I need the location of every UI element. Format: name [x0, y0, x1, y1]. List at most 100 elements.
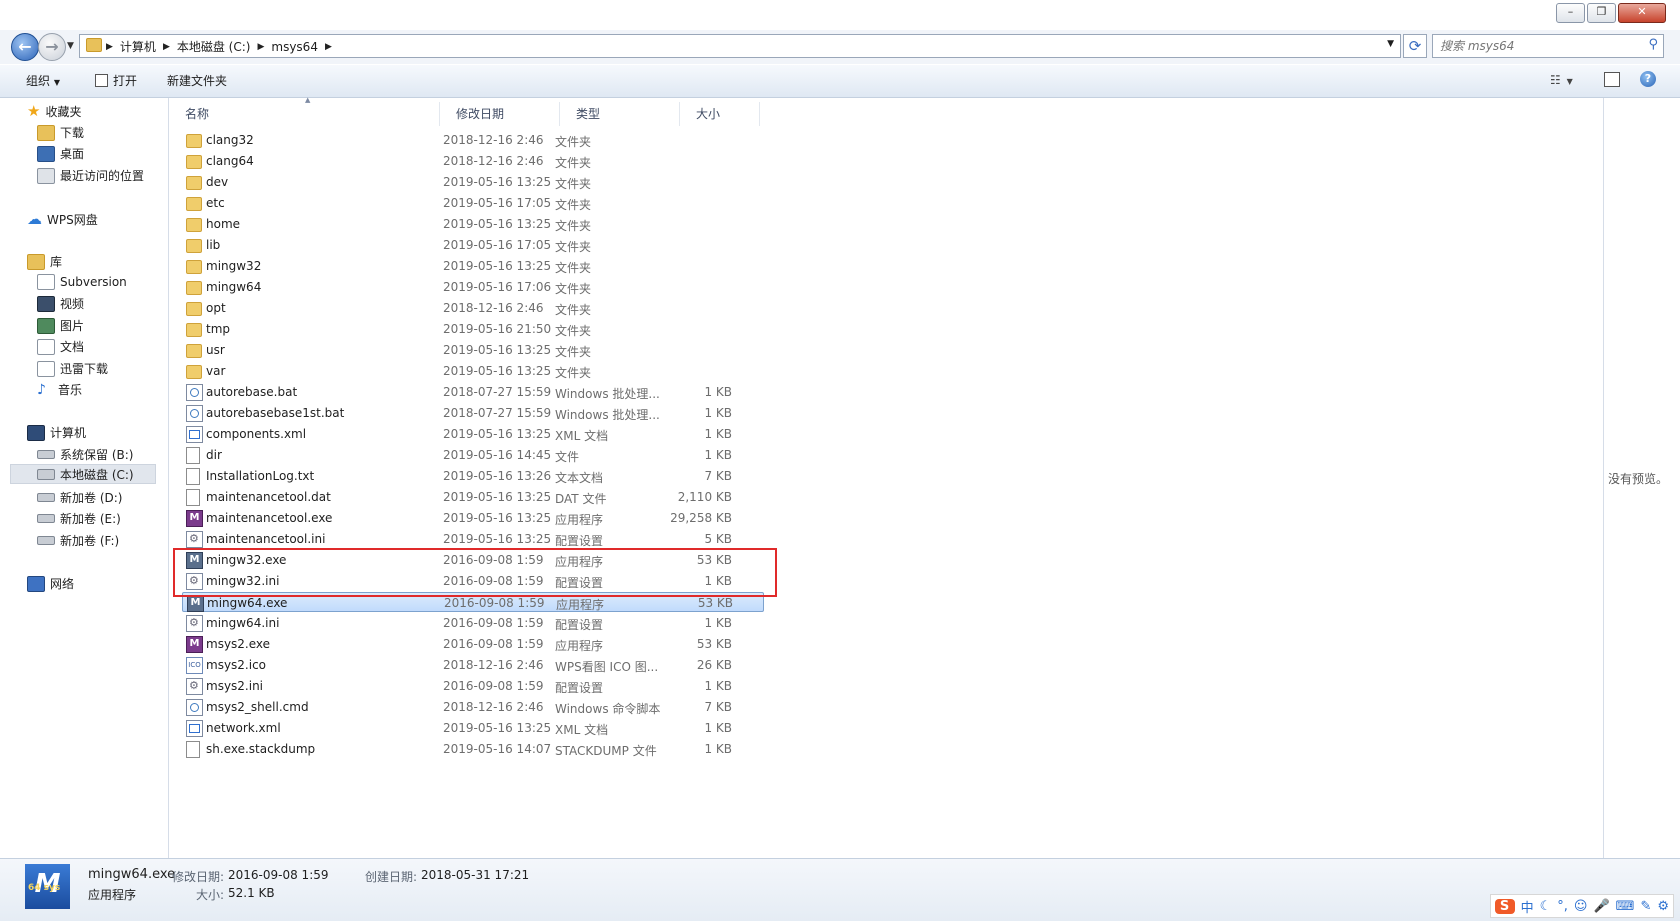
address-bar[interactable]: ▶ 计算机 ▶ 本地磁盘 (C:) ▶ msys64 ▶ ▼ [79, 34, 1401, 58]
file-row[interactable]: msys2.ini 2016-09-08 1:59 配置设置 1 KB [182, 676, 764, 696]
file-row[interactable]: msys2_shell.cmd 2018-12-16 2:46 Windows 命令… [182, 697, 764, 717]
folder-icon [186, 197, 202, 211]
sidebar-item-drive-d[interactable]: 新加卷 (D:) [37, 489, 122, 506]
settings-icon[interactable]: ⚙ [1657, 899, 1669, 914]
file-row[interactable]: dev 2019-05-16 13:25 文件夹 [182, 172, 764, 192]
sidebar-item-network[interactable]: 网络 [27, 575, 74, 592]
sidebar-item-videos[interactable]: 视频 [37, 295, 84, 312]
file-row[interactable]: etc 2019-05-16 17:05 文件夹 [182, 193, 764, 213]
close-button[interactable]: ✕ [1618, 3, 1666, 23]
file-row[interactable]: autorebasebase1st.bat 2018-07-27 15:59 Win… [182, 403, 764, 423]
file-row[interactable]: tmp 2019-05-16 21:50 文件夹 [182, 319, 764, 339]
file-row[interactable]: lib 2019-05-16 17:05 文件夹 [182, 235, 764, 255]
sidebar-item-subversion[interactable]: Subversion [37, 274, 127, 290]
preview-pane-icon[interactable] [1604, 72, 1620, 87]
file-row[interactable]: dir 2019-05-16 14:45 文件 1 KB [182, 445, 764, 465]
sidebar-item-drive-c[interactable]: 本地磁盘 (C:) [10, 464, 156, 484]
file-row[interactable]: Mmaintenancetool.exe 2019-05-16 13:25 应用程序… [182, 508, 764, 528]
keyboard-icon[interactable]: ⌨ [1616, 899, 1635, 914]
breadcrumb-msys64[interactable]: msys64 [271, 40, 318, 54]
chevron-right-icon[interactable]: ▶ [106, 42, 113, 52]
sidebar-item-label: 新加卷 (F:) [60, 534, 120, 548]
punctuation-icon[interactable]: °, [1557, 899, 1568, 914]
sidebar-item-documents[interactable]: 文档 [37, 338, 84, 355]
column-header-name[interactable]: 名称 [169, 102, 440, 126]
search-input[interactable] [1438, 35, 1632, 57]
file-row[interactable]: clang32 2018-12-16 2:46 文件夹 [182, 130, 764, 150]
file-name: opt [206, 301, 226, 315]
file-row[interactable]: var 2019-05-16 13:25 文件夹 [182, 361, 764, 381]
address-dropdown-icon[interactable]: ▼ [1387, 39, 1394, 49]
search-box[interactable]: ⚲ [1432, 34, 1664, 58]
sidebar-item-computer[interactable]: 计算机 [27, 424, 86, 441]
file-name: maintenancetool.dat [206, 490, 331, 504]
file-name: dir [206, 448, 222, 462]
forward-button[interactable]: → [38, 33, 66, 61]
microphone-icon[interactable]: 🎤 [1593, 899, 1609, 914]
file-row[interactable]: mingw64 2019-05-16 17:06 文件夹 [182, 277, 764, 297]
file-type: 文件夹 [555, 366, 592, 380]
breadcrumb-drive-c[interactable]: 本地磁盘 (C:) [177, 38, 251, 55]
file-row[interactable]: ICO msys2.ico 2018-12-16 2:46 WPS看图 ICO 图..… [182, 655, 764, 675]
open-button[interactable]: 打开 [95, 72, 137, 89]
maximize-button[interactable]: ❐ [1587, 3, 1616, 23]
sidebar-item-favorites[interactable]: ★ 收藏夹 [27, 102, 81, 120]
sidebar-item-recent[interactable]: 最近访问的位置 [37, 167, 144, 184]
sidebar-item-desktop[interactable]: 桌面 [37, 145, 84, 162]
file-row[interactable]: mingw64.ini 2016-09-08 1:59 配置设置 1 KB [182, 613, 764, 633]
recent-pages-dropdown-icon[interactable]: ▼ [67, 41, 74, 51]
sidebar-item-label: 计算机 [50, 426, 87, 440]
drive-icon [37, 514, 55, 523]
sidebar-item-label: 新加卷 (D:) [60, 491, 123, 505]
folder-icon [186, 365, 202, 379]
chevron-right-icon[interactable]: ▶ [163, 42, 170, 52]
organize-button[interactable]: 组织 ▼ [26, 72, 60, 89]
file-type: 配置设置 [555, 681, 604, 695]
sidebar-item-pictures[interactable]: 图片 [37, 317, 84, 334]
column-header-type[interactable]: 类型 [560, 102, 680, 126]
sidebar-item-libraries[interactable]: 库 [27, 253, 62, 270]
minimize-button[interactable]: – [1556, 3, 1585, 23]
sidebar-item-downloads[interactable]: 下载 [37, 124, 84, 141]
ime-toolbar[interactable]: S 中 ☾ °, ☺ 🎤 ⌨ ✎ ⚙ [1489, 894, 1674, 918]
file-row[interactable]: Mmsys2.exe 2016-09-08 1:59 应用程序 53 KB [182, 634, 764, 654]
sogou-logo-icon[interactable]: S [1494, 898, 1515, 914]
back-button[interactable]: ← [11, 33, 39, 61]
sidebar-item-drive-f[interactable]: 新加卷 (F:) [37, 532, 119, 549]
file-row[interactable]: usr 2019-05-16 13:25 文件夹 [182, 340, 764, 360]
file-row[interactable]: home 2019-05-16 13:25 文件夹 [182, 214, 764, 234]
moon-icon[interactable]: ☾ [1540, 899, 1552, 914]
search-icon[interactable]: ⚲ [1648, 37, 1658, 52]
refresh-icon[interactable]: ⟳ [1403, 34, 1427, 58]
sidebar-item-wps[interactable]: ☁ WPS网盘 [27, 210, 98, 228]
sidebar-item-xunlei[interactable]: 迅雷下载 [37, 360, 108, 377]
file-row[interactable]: sh.exe.stackdump 2019-05-16 14:07 STACKDUM… [182, 739, 764, 759]
chevron-down-icon: ▼ [1566, 77, 1574, 86]
column-header-date[interactable]: 修改日期 [440, 102, 560, 126]
file-row[interactable]: autorebase.bat 2018-07-27 15:59 Windows 批处… [182, 382, 764, 402]
file-modified: 2019-05-16 21:50 [443, 322, 552, 336]
file-row[interactable]: maintenancetool.dat 2019-05-16 13:25 DAT 文… [182, 487, 764, 507]
skin-icon[interactable]: ✎ [1640, 899, 1651, 914]
column-header-size[interactable]: 大小 [680, 102, 760, 126]
emoji-icon[interactable]: ☺ [1574, 899, 1588, 914]
chevron-right-icon[interactable]: ▶ [257, 42, 264, 52]
file-row[interactable]: clang64 2018-12-16 2:46 文件夹 [182, 151, 764, 171]
sidebar-item-music[interactable]: ♪ 音乐 [37, 381, 82, 398]
help-icon[interactable]: ? [1640, 71, 1656, 87]
window-caption-buttons: – ❐ ✕ [1556, 3, 1666, 23]
file-row[interactable]: mingw32 2019-05-16 13:25 文件夹 [182, 256, 764, 276]
file-row[interactable]: opt 2018-12-16 2:46 文件夹 [182, 298, 764, 318]
sidebar-item-drive-e[interactable]: 新加卷 (E:) [37, 510, 121, 527]
file-modified: 2019-05-16 13:25 [443, 364, 552, 378]
file-row[interactable]: components.xml 2019-05-16 13:25 XML 文档 1 KB [182, 424, 764, 444]
new-folder-button[interactable]: 新建文件夹 [167, 72, 227, 89]
file-row[interactable]: network.xml 2019-05-16 13:25 XML 文档 1 KB [182, 718, 764, 738]
breadcrumb-computer[interactable]: 计算机 [120, 38, 156, 55]
chevron-right-icon[interactable]: ▶ [325, 42, 332, 52]
file-row[interactable]: InstallationLog.txt 2019-05-16 13:26 文本文档 7… [182, 466, 764, 486]
change-view-button[interactable]: ☷ ▼ [1550, 73, 1574, 87]
file-row[interactable]: maintenancetool.ini 2019-05-16 13:25配置设置 5… [182, 529, 764, 549]
sidebar-item-drive-b[interactable]: 系统保留 (B:) [37, 446, 133, 463]
ime-language-indicator[interactable]: 中 [1521, 897, 1534, 916]
